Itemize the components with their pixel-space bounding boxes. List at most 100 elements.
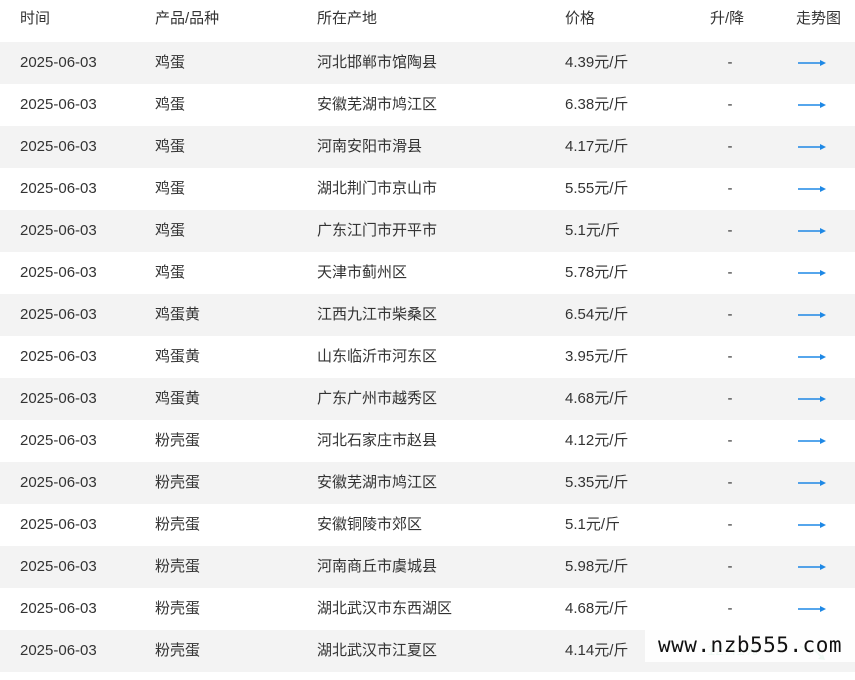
- row-change: -: [727, 390, 733, 407]
- row-location: 广东广州市越秀区: [317, 390, 438, 407]
- table-row[interactable]: 2025-06-03 鸡蛋 天津市蓟州区 5.78元/斤 -: [0, 252, 855, 294]
- trend-chart-link[interactable]: [796, 378, 844, 420]
- row-change: -: [727, 306, 733, 323]
- row-product: 鸡蛋黄: [155, 306, 201, 323]
- trend-chart-link[interactable]: [796, 294, 844, 336]
- row-date: 2025-06-03: [20, 180, 97, 197]
- trend-flat-arrow-icon: [798, 312, 826, 318]
- trend-chart-link[interactable]: [796, 210, 844, 252]
- row-change: -: [727, 96, 733, 113]
- row-date: 2025-06-03: [20, 306, 97, 323]
- row-product: 鸡蛋: [155, 96, 186, 113]
- row-price: 5.55元/斤: [565, 180, 629, 197]
- row-location: 安徽铜陵市郊区: [317, 516, 423, 533]
- trend-chart-link[interactable]: [796, 420, 844, 462]
- trend-chart-link[interactable]: [796, 504, 844, 546]
- site-watermark: www.nzb555.com: [645, 628, 855, 662]
- row-location: 广东江门市开平市: [317, 222, 438, 239]
- row-date: 2025-06-03: [20, 54, 97, 71]
- trend-flat-arrow-icon: [798, 270, 826, 276]
- trend-chart-link[interactable]: [796, 336, 844, 378]
- row-product: 鸡蛋黄: [155, 348, 201, 365]
- row-location: 河北石家庄市赵县: [317, 432, 438, 449]
- row-change: -: [727, 432, 733, 449]
- table-row[interactable]: 2025-06-03 粉壳蛋 河北石家庄市赵县 4.12元/斤 -: [0, 420, 855, 462]
- table-row[interactable]: 2025-06-03 鸡蛋 广东江门市开平市 5.1元/斤 -: [0, 210, 855, 252]
- row-date: 2025-06-03: [20, 600, 97, 617]
- row-price: 5.98元/斤: [565, 558, 629, 575]
- table-row[interactable]: 2025-06-03 鸡蛋黄 山东临沂市河东区 3.95元/斤 -: [0, 336, 855, 378]
- row-product: 粉壳蛋: [155, 474, 201, 491]
- row-price: 4.39元/斤: [565, 54, 629, 71]
- row-price: 5.1元/斤: [565, 516, 621, 533]
- row-product: 鸡蛋: [155, 138, 186, 155]
- trend-flat-arrow-icon: [798, 144, 826, 150]
- trend-chart-link[interactable]: [796, 462, 844, 504]
- row-product: 粉壳蛋: [155, 600, 201, 617]
- table-row[interactable]: 2025-06-03 粉壳蛋 湖北武汉市东西湖区 4.68元/斤 -: [0, 588, 855, 630]
- header-location: 所在产地: [317, 10, 378, 27]
- row-change: -: [727, 558, 733, 575]
- row-price: 6.38元/斤: [565, 96, 629, 113]
- row-product: 鸡蛋: [155, 54, 186, 71]
- row-date: 2025-06-03: [20, 642, 97, 659]
- row-date: 2025-06-03: [20, 222, 97, 239]
- trend-flat-arrow-icon: [798, 396, 826, 402]
- table-row[interactable]: 2025-06-03 粉壳蛋 安徽铜陵市郊区 5.1元/斤 -: [0, 504, 855, 546]
- row-change: -: [727, 264, 733, 281]
- header-time: 时间: [20, 10, 51, 27]
- row-location: 河南安阳市滑县: [317, 138, 423, 155]
- table-row[interactable]: 2025-06-03 鸡蛋 河南安阳市滑县 4.17元/斤 -: [0, 126, 855, 168]
- row-price: 5.35元/斤: [565, 474, 629, 491]
- row-change: -: [727, 54, 733, 71]
- row-date: 2025-06-03: [20, 264, 97, 281]
- trend-chart-link[interactable]: [796, 252, 844, 294]
- table-row[interactable]: 2025-06-03 鸡蛋 湖北荆门市京山市 5.55元/斤 -: [0, 168, 855, 210]
- trend-chart-link[interactable]: [796, 588, 844, 630]
- row-date: 2025-06-03: [20, 432, 97, 449]
- row-date: 2025-06-03: [20, 558, 97, 575]
- header-change: 升/降: [710, 10, 745, 27]
- row-change: -: [727, 474, 733, 491]
- table-row[interactable]: 2025-06-03 鸡蛋 安徽芜湖市鸠江区 6.38元/斤 -: [0, 84, 855, 126]
- price-table: 时间 产品/品种 所在产地 价格 升/降 走势图 2025-06-03 鸡蛋 河北邯…: [0, 0, 855, 672]
- trend-flat-arrow-icon: [798, 606, 826, 612]
- table-row[interactable]: 2025-06-03 粉壳蛋 河南商丘市虞城县 5.98元/斤 -: [0, 546, 855, 588]
- row-product: 粉壳蛋: [155, 558, 201, 575]
- row-change: -: [727, 222, 733, 239]
- trend-flat-arrow-icon: [798, 522, 826, 528]
- row-location: 湖北武汉市江夏区: [317, 642, 438, 659]
- row-change: -: [727, 180, 733, 197]
- header-product: 产品/品种: [155, 10, 220, 27]
- row-price: 6.54元/斤: [565, 306, 629, 323]
- row-product: 鸡蛋: [155, 264, 186, 281]
- trend-chart-link[interactable]: [796, 546, 844, 588]
- row-location: 山东临沂市河东区: [317, 348, 438, 365]
- trend-chart-link[interactable]: [796, 84, 844, 126]
- row-price: 4.17元/斤: [565, 138, 629, 155]
- row-product: 粉壳蛋: [155, 516, 201, 533]
- trend-flat-arrow-icon: [798, 564, 826, 570]
- row-date: 2025-06-03: [20, 348, 97, 365]
- trend-flat-arrow-icon: [798, 354, 826, 360]
- table-row[interactable]: 2025-06-03 鸡蛋黄 江西九江市柴桑区 6.54元/斤 -: [0, 294, 855, 336]
- row-price: 4.14元/斤: [565, 642, 629, 659]
- trend-chart-link[interactable]: [796, 42, 844, 84]
- trend-flat-arrow-icon: [798, 102, 826, 108]
- table-row[interactable]: 2025-06-03 鸡蛋 河北邯郸市馆陶县 4.39元/斤 -: [0, 42, 855, 84]
- row-location: 河南商丘市虞城县: [317, 558, 438, 575]
- table-row[interactable]: 2025-06-03 粉壳蛋 安徽芜湖市鸠江区 5.35元/斤 -: [0, 462, 855, 504]
- row-location: 湖北荆门市京山市: [317, 180, 438, 197]
- row-product: 粉壳蛋: [155, 642, 201, 659]
- row-price: 3.95元/斤: [565, 348, 629, 365]
- table-row[interactable]: 2025-06-03 鸡蛋黄 广东广州市越秀区 4.68元/斤 -: [0, 378, 855, 420]
- row-location: 河北邯郸市馆陶县: [317, 54, 438, 71]
- row-date: 2025-06-03: [20, 474, 97, 491]
- trend-chart-link[interactable]: [796, 168, 844, 210]
- row-date: 2025-06-03: [20, 516, 97, 533]
- trend-chart-link[interactable]: [796, 126, 844, 168]
- row-price: 5.78元/斤: [565, 264, 629, 281]
- row-date: 2025-06-03: [20, 138, 97, 155]
- trend-flat-arrow-icon: [798, 228, 826, 234]
- row-product: 鸡蛋黄: [155, 390, 201, 407]
